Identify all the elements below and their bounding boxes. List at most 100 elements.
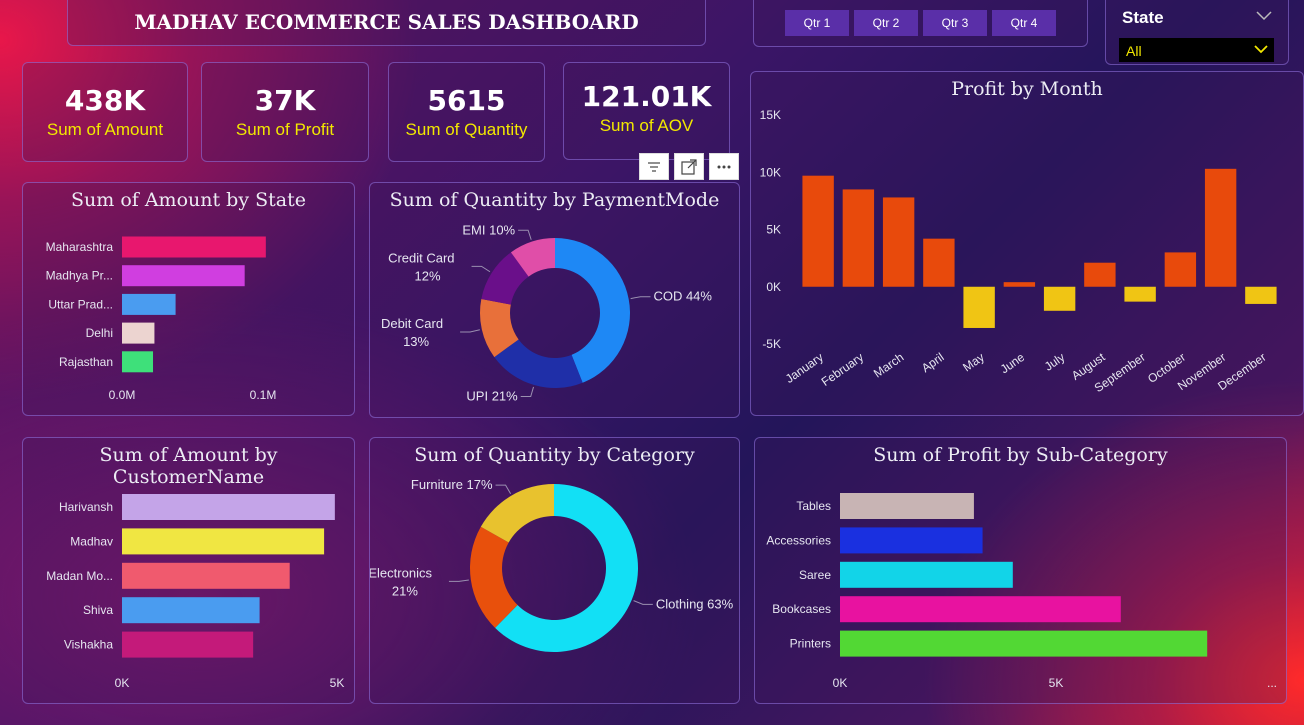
slice-label: Credit Card <box>388 250 454 265</box>
month-bar <box>1204 168 1237 287</box>
category-label: Maharashtra <box>46 240 114 254</box>
quantity-by-category-chart: Sum of Quantity by Category Clothing 63%… <box>369 437 740 704</box>
y-tick-label: 10K <box>760 165 781 179</box>
month-bar <box>1245 286 1277 304</box>
bar <box>122 562 290 589</box>
bar <box>122 236 266 258</box>
quarter-slicer: Qtr 1 Qtr 2 Qtr 3 Qtr 4 <box>753 0 1088 47</box>
month-bar <box>963 286 995 328</box>
bar <box>122 494 335 520</box>
page-title: MADHAV ECOMMERCE SALES DASHBOARD <box>134 10 639 34</box>
y-tick-label: 15K <box>760 108 781 122</box>
more-options-button[interactable] <box>709 153 739 180</box>
category-label: Uttar Prad... <box>48 297 113 311</box>
collapse-chevron-icon[interactable] <box>1256 11 1272 21</box>
bar <box>122 528 325 555</box>
x-tick-label: May <box>960 350 987 374</box>
tick-label: 5K <box>330 676 345 690</box>
category-label: Madan Mo... <box>46 569 113 583</box>
x-tick-label: April <box>919 350 947 375</box>
month-bar <box>1164 252 1197 287</box>
kpi-value: 438K <box>64 84 146 117</box>
bar <box>840 493 974 519</box>
bar <box>840 630 1208 657</box>
profit-by-month-svg: 15K 10K 5K 0K -5KJanuaryFebruary March April Ma… <box>760 108 1277 395</box>
category-label: Rajasthan <box>59 355 113 369</box>
category-label: Accessories <box>766 533 831 547</box>
slice-percent: 21% <box>392 583 418 598</box>
amount-by-customer-chart: Sum of Amount by CustomerName Harivansh M… <box>22 437 355 704</box>
month-bar <box>882 197 915 287</box>
kpi-label: Sum of Quantity <box>405 120 528 139</box>
state-dropdown-value: All <box>1126 43 1142 59</box>
dashboard-title-panel: MADHAV ECOMMERCE SALES DASHBOARD <box>67 0 706 46</box>
bar <box>122 322 155 344</box>
kpi-label: Sum of AOV <box>599 116 694 135</box>
qtr-1-button[interactable]: Qtr 1 <box>785 10 849 36</box>
tick-label: 0K <box>115 676 130 690</box>
qtr-3-button[interactable]: Qtr 3 <box>923 10 987 36</box>
bar <box>122 631 254 658</box>
leader-line <box>471 265 491 273</box>
x-tick-label: January <box>783 350 826 386</box>
chevron-down-icon <box>1254 45 1268 54</box>
leader-line <box>520 386 534 398</box>
category-label: Printers <box>790 637 831 651</box>
qtr-2-button[interactable]: Qtr 2 <box>854 10 918 36</box>
quantity-by-paymentmode-svg: COD 44% UPI 21% Debit Card 13% Credit Card 12… <box>381 222 712 404</box>
profit-by-subcategory-svg: Tables Accessories Saree Bookcases Printers 0… <box>766 493 1277 690</box>
amount-by-state-svg: Maharashtra Madhya Pr... Uttar Prad... Delh… <box>46 236 276 402</box>
leader-line <box>630 296 651 300</box>
month-bar <box>1124 286 1156 302</box>
leader-line <box>495 484 512 494</box>
category-label: Vishakha <box>64 638 113 652</box>
kpi-label: Sum of Amount <box>46 120 164 139</box>
leader-line <box>633 600 653 605</box>
leader-line <box>460 329 480 333</box>
filter-button[interactable] <box>639 153 669 180</box>
quantity-by-category-svg: Clothing 63% Electronics 21% Furniture 17% <box>370 477 734 652</box>
month-bar <box>802 175 834 287</box>
bar <box>122 351 154 373</box>
month-bar <box>1043 286 1076 311</box>
kpi-value: 5615 <box>427 84 506 117</box>
qtr-4-button[interactable]: Qtr 4 <box>992 10 1056 36</box>
category-label: Madhya Pr... <box>46 269 113 283</box>
kpi-card-aov: 121.01K Sum of AOV <box>563 62 730 160</box>
bar <box>122 597 260 624</box>
y-tick-label: 0K <box>766 280 781 294</box>
slice-label: Clothing 63% <box>656 596 734 611</box>
slice-label: Furniture 17% <box>411 477 493 492</box>
leader-line <box>448 579 469 582</box>
kpi-value: 121.01K <box>581 80 712 113</box>
category-label: Delhi <box>86 326 113 340</box>
kpi-label: Sum of Profit <box>235 120 335 139</box>
quantity-by-paymentmode-chart: Sum of Quantity by PaymentMode COD 44% UP… <box>369 182 740 418</box>
state-dropdown[interactable]: All <box>1119 38 1274 62</box>
month-bar <box>1003 282 1036 287</box>
tick-label: 0K <box>833 676 848 690</box>
amount-by-state-chart: Sum of Amount by State Maharashtra Madhya… <box>22 182 355 416</box>
bar <box>840 527 983 554</box>
more-options-icon <box>717 165 731 168</box>
state-slicer-title: State <box>1122 8 1164 27</box>
y-tick-label: 5K <box>766 223 781 237</box>
y-tick-label: -5K <box>762 337 781 351</box>
slice-percent: 13% <box>403 334 429 349</box>
slice-label: UPI 21% <box>466 389 518 404</box>
profit-by-month-chart: Profit by Month 15K 10K 5K 0K -5K January Febr… <box>750 71 1304 416</box>
bar <box>840 596 1121 623</box>
category-label: Bookcases <box>772 602 831 616</box>
category-label: Madhav <box>70 534 113 548</box>
kpi-card-amount: 438K Sum of Amount <box>22 62 188 162</box>
leader-line <box>518 229 532 240</box>
profit-by-subcategory-chart: Sum of Profit by Sub-Category Tables Acce… <box>754 437 1287 704</box>
x-tick-label: February <box>819 350 866 389</box>
state-slicer: State All <box>1105 0 1289 65</box>
bar <box>122 293 176 315</box>
focus-mode-button[interactable] <box>674 153 704 180</box>
bar <box>840 561 1013 588</box>
slice-percent: 12% <box>415 268 441 283</box>
filter-icon <box>648 161 660 172</box>
category-label: Saree <box>799 568 831 582</box>
